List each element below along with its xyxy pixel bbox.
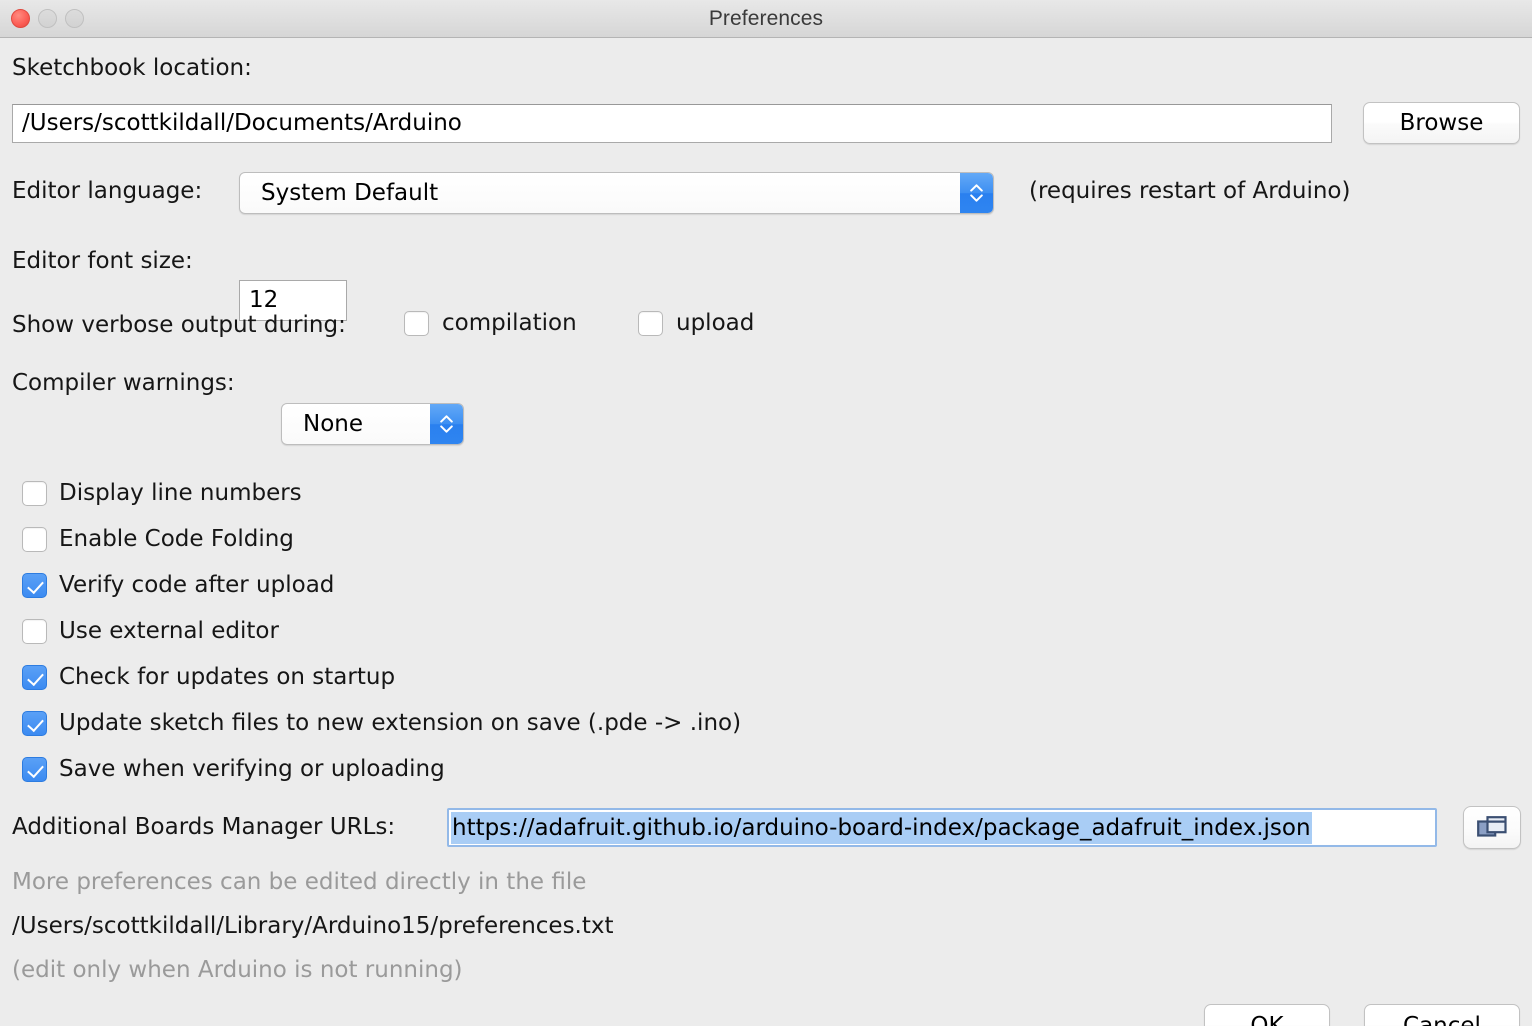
- editor-language-restart-note: (requires restart of Arduino): [1029, 178, 1351, 204]
- verify-code-after-upload-checkbox[interactable]: [22, 572, 47, 598]
- preferences-panel: Sketchbook location: /Users/scottkildall…: [0, 38, 1532, 1026]
- cancel-button[interactable]: Cancel: [1364, 1004, 1520, 1026]
- verbose-compilation-checkbox[interactable]: [404, 310, 429, 336]
- window-controls: [11, 0, 84, 37]
- checkbox-row-verify-code-after-upload[interactable]: Verify code after upload: [22, 562, 741, 608]
- verbose-compilation-label: compilation: [442, 310, 577, 336]
- compiler-warnings-select[interactable]: None: [281, 403, 464, 445]
- editor-language-label: Editor language:: [12, 178, 203, 204]
- compiler-warnings-label: Compiler warnings:: [12, 370, 235, 396]
- checkbox-row-enable-code-folding[interactable]: Enable Code Folding: [22, 516, 741, 562]
- verbose-output-label: Show verbose output during:: [12, 312, 346, 338]
- editor-font-size-label: Editor font size:: [12, 248, 193, 274]
- verbose-upload-label: upload: [676, 310, 755, 336]
- close-button[interactable]: [11, 9, 30, 28]
- sketchbook-location-input[interactable]: /Users/scottkildall/Documents/Arduino: [12, 104, 1332, 143]
- display-line-numbers-label: Display line numbers: [59, 480, 302, 506]
- chevron-updown-icon[interactable]: [430, 404, 463, 444]
- compiler-warnings-value: None: [303, 411, 364, 437]
- checkbox-row-save-when-verifying[interactable]: Save when verifying or uploading: [22, 746, 741, 792]
- display-line-numbers-checkbox[interactable]: [22, 480, 47, 506]
- window-title: Preferences: [708, 6, 824, 30]
- checkbox-row-check-for-updates[interactable]: Check for updates on startup: [22, 654, 741, 700]
- save-when-verifying-checkbox[interactable]: [22, 756, 47, 782]
- options-checkbox-list: Display line numbers Enable Code Folding…: [22, 470, 741, 792]
- chevron-updown-icon[interactable]: [960, 173, 993, 213]
- browse-button[interactable]: Browse: [1363, 102, 1520, 144]
- boards-manager-expand-button[interactable]: [1463, 806, 1521, 849]
- editor-language-value: System Default: [261, 180, 439, 206]
- checkbox-row-use-external-editor[interactable]: Use external editor: [22, 608, 741, 654]
- check-for-updates-label: Check for updates on startup: [59, 664, 396, 690]
- ok-button[interactable]: OK: [1204, 1004, 1330, 1026]
- zoom-button[interactable]: [65, 9, 84, 28]
- preferences-file-note-line1: More preferences can be edited directly …: [12, 869, 587, 895]
- editor-language-select[interactable]: System Default: [239, 172, 994, 214]
- preferences-file-path: /Users/scottkildall/Library/Arduino15/pr…: [12, 913, 614, 939]
- checkbox-row-display-line-numbers[interactable]: Display line numbers: [22, 470, 741, 516]
- update-sketch-files-label: Update sketch files to new extension on …: [59, 710, 742, 736]
- verbose-upload-checkbox[interactable]: [638, 310, 663, 336]
- check-for-updates-checkbox[interactable]: [22, 664, 47, 690]
- sketchbook-location-label: Sketchbook location:: [12, 55, 252, 81]
- boards-manager-urls-label: Additional Boards Manager URLs:: [12, 814, 396, 840]
- verbose-compilation-checkbox-row[interactable]: compilation: [404, 310, 577, 336]
- enable-code-folding-checkbox[interactable]: [22, 526, 47, 552]
- windows-icon: [1477, 815, 1507, 837]
- save-when-verifying-label: Save when verifying or uploading: [59, 756, 445, 782]
- minimize-button[interactable]: [38, 9, 57, 28]
- checkbox-row-update-sketch-files[interactable]: Update sketch files to new extension on …: [22, 700, 741, 746]
- boards-manager-urls-value: https://adafruit.github.io/arduino-board…: [451, 811, 1312, 844]
- use-external-editor-checkbox[interactable]: [22, 618, 47, 644]
- update-sketch-files-checkbox[interactable]: [22, 710, 47, 736]
- verbose-upload-checkbox-row[interactable]: upload: [638, 310, 754, 336]
- enable-code-folding-label: Enable Code Folding: [59, 526, 294, 552]
- use-external-editor-label: Use external editor: [59, 618, 279, 644]
- boards-manager-urls-input[interactable]: https://adafruit.github.io/arduino-board…: [447, 808, 1437, 847]
- verify-code-after-upload-label: Verify code after upload: [59, 572, 335, 598]
- preferences-file-note-line3: (edit only when Arduino is not running): [12, 957, 463, 983]
- title-bar: Preferences: [0, 0, 1532, 38]
